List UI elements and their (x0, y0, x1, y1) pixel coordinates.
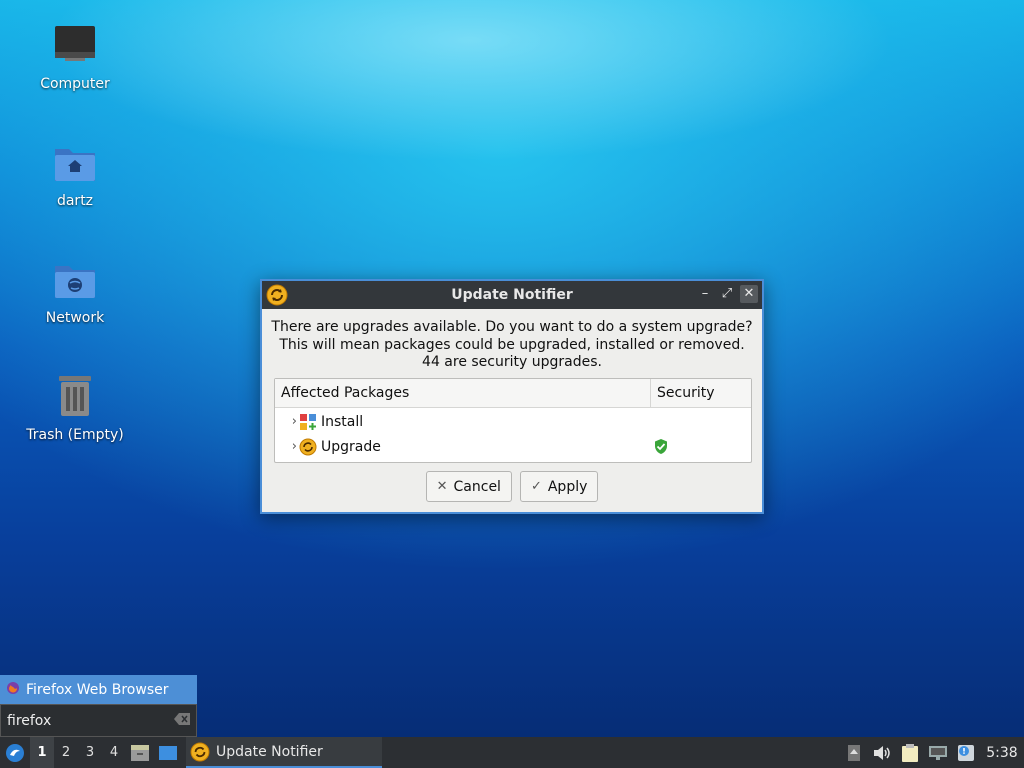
row-label: Install (321, 413, 364, 430)
computer-icon (51, 22, 99, 70)
home-folder-icon (51, 139, 99, 187)
task-title: Update Notifier (216, 743, 323, 760)
minimize-icon[interactable]: – (696, 285, 714, 303)
workspace-4[interactable]: 4 (102, 737, 126, 768)
start-menu-button[interactable] (0, 737, 30, 768)
table-row-upgrade[interactable]: › Upgrade (275, 434, 751, 459)
dialog-titlebar[interactable]: Update Notifier – ⤢ ✕ (262, 281, 762, 309)
network-folder-icon (51, 256, 99, 304)
app-launcher-popup: Firefox Web Browser firefox (0, 675, 197, 737)
file-manager-icon (131, 744, 149, 761)
desktop-icon-label: Network (45, 310, 105, 326)
package-upgrade-icon (299, 438, 317, 456)
desktop-icon-label: Computer (40, 76, 110, 92)
table-row-install[interactable]: › Install (275, 409, 751, 434)
apply-button[interactable]: ✓ Apply (519, 471, 599, 502)
desktop-icon-home[interactable]: dartz (20, 139, 130, 209)
clipboard-icon[interactable] (896, 737, 924, 768)
update-notifier-icon (266, 284, 288, 310)
close-icon[interactable]: ✕ (740, 285, 758, 303)
cancel-button[interactable]: ✕ Cancel (425, 471, 512, 502)
desktop-icon-trash[interactable]: Trash (Empty) (20, 373, 130, 443)
apply-button-label: Apply (547, 478, 588, 495)
firefox-icon (6, 681, 20, 699)
launcher-result-firefox[interactable]: Firefox Web Browser (0, 675, 197, 704)
desktop-icon-computer[interactable]: Computer (20, 22, 130, 92)
chevron-right-icon[interactable]: › (275, 414, 299, 429)
launcher-search-input[interactable]: firefox (0, 704, 197, 737)
launcher-query: firefox (7, 712, 52, 729)
volume-icon[interactable] (868, 737, 896, 768)
column-header-security[interactable]: Security (651, 379, 721, 407)
show-desktop-icon (159, 745, 177, 760)
affected-packages-table: Affected Packages Security › Install › U… (274, 378, 752, 463)
message-line: There are upgrades available. Do you wan… (271, 319, 753, 335)
message-line: This will mean packages could be upgrade… (279, 336, 745, 353)
cancel-button-label: Cancel (453, 478, 501, 495)
quicklaunch-file-manager[interactable] (126, 737, 154, 768)
trash-icon (51, 373, 99, 421)
desktop-icon-label: Trash (Empty) (26, 427, 124, 443)
lxqt-logo-icon (6, 743, 24, 762)
system-tray: 5:38 (840, 737, 1024, 768)
message-line: 44 are security upgrades. (422, 354, 602, 370)
clock[interactable]: 5:38 (980, 745, 1024, 761)
network-tray-icon[interactable] (924, 737, 952, 768)
workspace-2[interactable]: 2 (54, 737, 78, 768)
maximize-icon[interactable]: ⤢ (718, 285, 736, 303)
cancel-x-icon: ✕ (436, 479, 448, 494)
package-install-icon (299, 413, 317, 431)
column-header-affected-packages[interactable]: Affected Packages (275, 379, 651, 407)
desktop-icon-network[interactable]: Network (20, 256, 130, 326)
table-header: Affected Packages Security (275, 379, 751, 408)
taskbar: 1 2 3 4 Update Notifier 5:38 (0, 737, 1024, 768)
row-label: Upgrade (321, 438, 381, 455)
launcher-result-label: Firefox Web Browser (26, 681, 169, 698)
checkmark-icon: ✓ (530, 479, 542, 494)
workspace-1[interactable]: 1 (30, 737, 54, 768)
dialog-message: There are upgrades available. Do you wan… (262, 319, 762, 372)
tray-arrow-up-icon[interactable] (840, 737, 868, 768)
workspace-3[interactable]: 3 (78, 737, 102, 768)
chevron-right-icon[interactable]: › (275, 439, 299, 454)
clear-icon[interactable] (174, 712, 190, 729)
update-notifier-dialog: Update Notifier – ⤢ ✕ There are upgrades… (260, 279, 764, 514)
security-shield-icon (653, 438, 669, 459)
quicklaunch-show-desktop[interactable] (154, 737, 182, 768)
desktop-icon-label: dartz (56, 193, 94, 209)
update-alert-icon[interactable] (952, 737, 980, 768)
dialog-title: Update Notifier (451, 287, 573, 303)
taskbar-task-update-notifier[interactable]: Update Notifier (186, 737, 382, 768)
update-notifier-icon (190, 742, 210, 761)
